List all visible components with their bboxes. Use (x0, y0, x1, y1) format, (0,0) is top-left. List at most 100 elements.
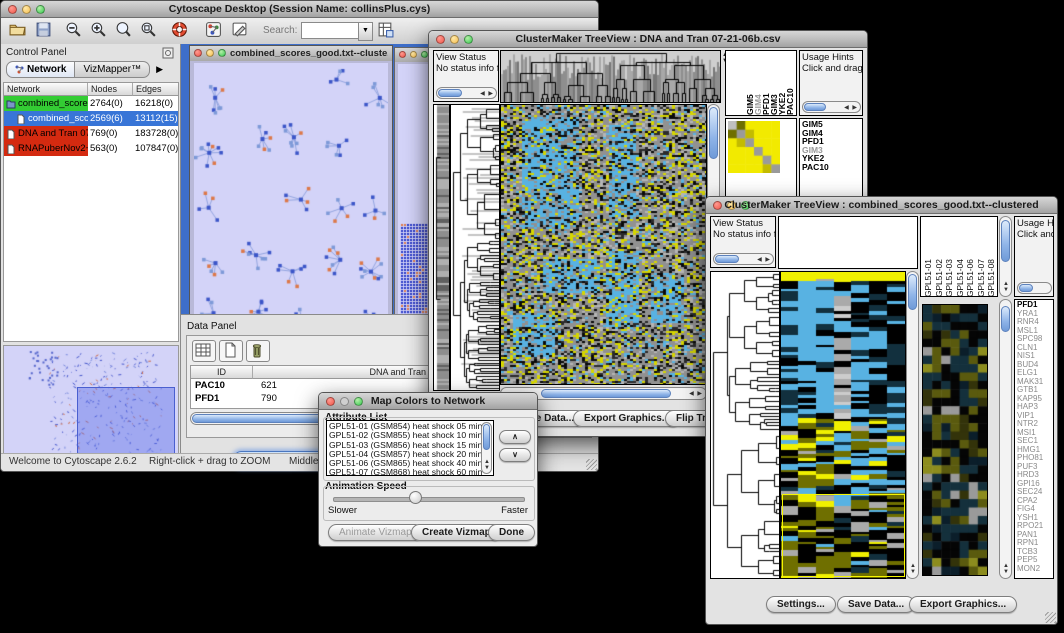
column-label[interactable]: GPL51-06 (GSM865) (965, 219, 976, 297)
overview-selection-rect[interactable] (77, 387, 175, 460)
attribute-list[interactable]: GPL51-01 (GSM854) heat shock 05 minGPL51… (326, 420, 494, 476)
treeview1-titlebar[interactable]: ClusterMaker TreeView : DNA and Tran 07-… (429, 31, 867, 48)
usage-hints-hscrollbar[interactable] (1017, 282, 1052, 294)
resize-grip[interactable] (1045, 612, 1056, 623)
status-welcome: Welcome to Cytoscape 2.6.2 (9, 456, 137, 467)
column-label[interactable]: GIM5 (745, 53, 753, 115)
desktop: Cytoscape Desktop (Session Name: collins… (0, 0, 1064, 633)
network-list-row[interactable]: DNA and Tran 07769(0)183728(0) (4, 126, 178, 141)
row-label[interactable]: PAC10 (802, 163, 829, 172)
open-folder-icon[interactable] (9, 21, 26, 43)
minimize-button[interactable] (410, 51, 417, 58)
tab-overflow-arrow[interactable]: ▶ (156, 64, 163, 75)
save-data-button[interactable]: Save Data... (837, 596, 915, 613)
view-status-title: View Status (713, 218, 763, 229)
column-label[interactable]: GIM4 (753, 53, 761, 115)
save-icon[interactable] (35, 21, 52, 43)
speed-slider-track[interactable] (333, 497, 525, 502)
column-dendrogram-pane[interactable] (778, 216, 918, 269)
export-graphics-button[interactable]: Export Graphics... (909, 596, 1017, 613)
view-status-hscrollbar[interactable]: ◀ ▶ (436, 87, 497, 99)
annotation-icon[interactable] (231, 21, 248, 43)
help-lifering-icon[interactable] (171, 21, 188, 43)
global-heatmap[interactable] (780, 271, 906, 579)
cytoscape-titlebar[interactable]: Cytoscape Desktop (Session Name: collins… (1, 1, 598, 18)
column-label[interactable]: GPL51-01 (GSM854) (923, 219, 934, 297)
attribute-list-vscrollbar[interactable]: ▲▼ (481, 422, 492, 474)
row-dendrogram-pane[interactable] (710, 271, 780, 579)
network-list-row[interactable]: combined_sco2569(6)13112(15) (4, 111, 178, 126)
zoom-heatmap[interactable] (922, 304, 988, 576)
done-button[interactable]: Done (488, 524, 535, 541)
id-column-header[interactable]: ID (191, 366, 253, 379)
attribute-list-item[interactable]: GPL51-07 (GSM868) heat shock 60 min (329, 468, 479, 476)
column-labels-pane[interactable]: GPL51-01 (GSM854)GPL51-02 (GSM855)GPL51-… (920, 216, 998, 297)
node-view-icon[interactable] (205, 21, 222, 43)
network-overview[interactable] (3, 345, 179, 460)
usage-hints-panel: Usage Hints Click and drag to (1014, 216, 1054, 297)
search-dropdown-arrow[interactable]: ▼ (358, 22, 373, 41)
column-label[interactable]: GPL51-03 (GSM856) (944, 219, 955, 297)
column-labels-pane[interactable]: GIM5GIM4PFD1GIM3YKE2PAC10 (725, 50, 797, 116)
zoom-selected-icon[interactable] (115, 21, 132, 43)
network-list-row[interactable]: RNAPuberNov2+563(0)107847(0) (4, 141, 178, 156)
usage-hints-hscrollbar[interactable]: ◀ ▶ (802, 101, 861, 113)
zoom-in-icon[interactable] (90, 21, 107, 43)
global-heatmap[interactable] (500, 104, 707, 385)
network-tab-icon (15, 65, 24, 74)
document-icon (16, 114, 26, 124)
zoom-vscrollbar[interactable]: ▲▼ (999, 299, 1012, 579)
gene-labels-pane[interactable]: PFD1YRA1RNR4MSL1SPC98CLN1NIS1BUD4ELG1MAK… (1014, 299, 1054, 579)
search-input[interactable] (301, 22, 359, 39)
settings-button[interactable]: Settings... (766, 596, 836, 613)
tab-network[interactable]: Network (6, 61, 75, 78)
dialog-titlebar[interactable]: Map Colors to Network (319, 393, 537, 410)
row-dendrogram-pane[interactable] (450, 104, 500, 391)
trash-icon[interactable] (246, 340, 270, 362)
view-status-text: No status info f (436, 63, 498, 74)
resize-grip[interactable] (586, 459, 597, 470)
move-down-button[interactable]: ∨ (499, 448, 531, 462)
column-label[interactable]: GIM3 (769, 53, 777, 115)
zoom-button[interactable] (421, 51, 428, 58)
column-label[interactable]: GPL51-02 (GSM855) (934, 219, 945, 297)
gene-label[interactable]: MON2 (1017, 565, 1043, 574)
column-label[interactable]: GPL51-04 (GSM857) (955, 219, 966, 297)
network-list-row[interactable]: combined_scores2764(0)16218(0) (4, 96, 178, 111)
column-labels-vscrollbar[interactable]: ▲▼ (999, 216, 1012, 297)
col-header-network[interactable]: Network (4, 83, 88, 96)
zoom-button[interactable] (218, 49, 226, 57)
document-icon (6, 144, 16, 154)
zoom-fit-icon[interactable] (140, 21, 157, 43)
view-status-panel: View Status No status info f ◀ ▶ (433, 50, 499, 102)
col-header-nodes[interactable]: Nodes (88, 83, 133, 96)
table-import-icon[interactable] (377, 21, 394, 43)
treeview2-titlebar[interactable]: ClusterMaker TreeView : combined_scores_… (706, 197, 1057, 214)
global-vscrollbar[interactable]: ▲▼ (906, 271, 919, 579)
close-button[interactable] (194, 49, 202, 57)
column-label[interactable]: YKE2 (777, 53, 785, 115)
tab-vizmapper[interactable]: VizMapper™ (75, 61, 150, 78)
window-title: ClusterMaker TreeView : DNA and Tran 07-… (429, 33, 867, 45)
table-icon[interactable] (192, 340, 216, 362)
col-header-edges[interactable]: Edges (133, 83, 178, 96)
speed-slider-thumb[interactable] (409, 491, 422, 504)
usage-hints-title: Usage Hints (1017, 218, 1053, 229)
minimize-button[interactable] (206, 49, 214, 57)
new-document-icon[interactable] (219, 340, 243, 362)
global-overview-strip[interactable] (433, 104, 450, 391)
column-label[interactable]: GPL51-08 (GSM872) (986, 219, 997, 297)
heatmap-selection-rect[interactable] (782, 494, 905, 577)
slower-label: Slower (328, 505, 357, 516)
view-status-hscrollbar[interactable]: ◀ ▶ (713, 253, 774, 265)
column-label[interactable]: PAC10 (785, 53, 793, 115)
control-panel: Control Panel Network VizMapper™ ▶ Netwo… (1, 44, 181, 463)
column-dendrogram-pane[interactable] (500, 50, 721, 103)
animate-vizmap-button[interactable]: Animate Vizmap (328, 524, 423, 541)
move-up-button[interactable]: ∧ (499, 430, 531, 444)
column-label[interactable]: GPL51-07 (GSM868) (976, 219, 987, 297)
close-button[interactable] (399, 51, 406, 58)
zoom-out-icon[interactable] (65, 21, 82, 43)
float-panel-icon[interactable] (162, 46, 174, 64)
column-label[interactable]: PFD1 (761, 53, 769, 115)
